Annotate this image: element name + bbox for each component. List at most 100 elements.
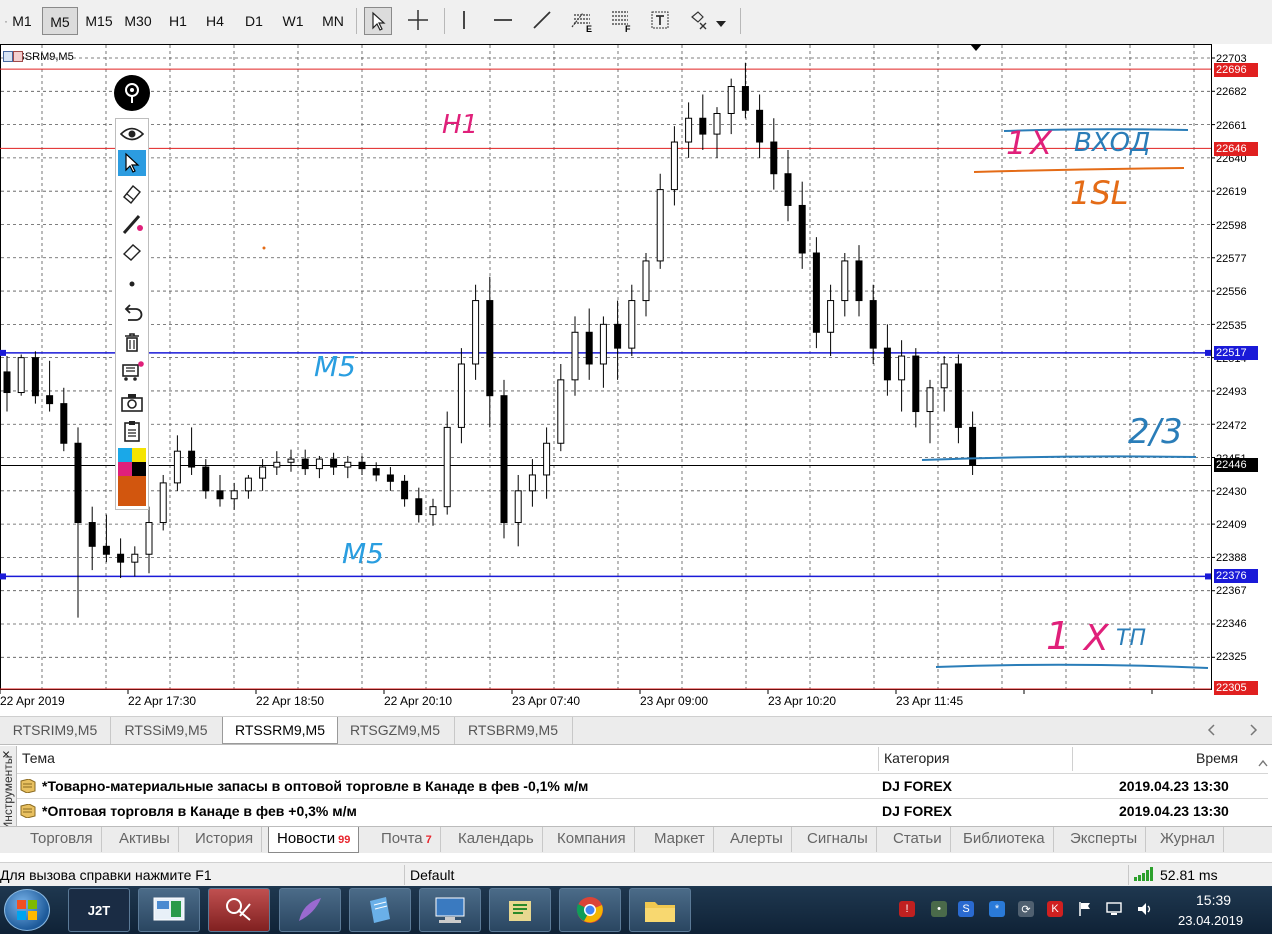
candle-bear bbox=[486, 300, 494, 397]
remote-desktop-app-icon[interactable] bbox=[419, 888, 481, 932]
tab-rtsbrm9[interactable]: RTSBRM9,M5 bbox=[454, 717, 573, 744]
fibonacci-icon[interactable]: E bbox=[569, 7, 597, 35]
news-scroll-up-icon[interactable] bbox=[1258, 755, 1268, 770]
draw-pin-button[interactable] bbox=[114, 75, 150, 111]
candle-bull bbox=[315, 458, 323, 470]
feather-app-icon[interactable] bbox=[279, 888, 341, 932]
clock-time[interactable]: 15:39 bbox=[1196, 892, 1231, 908]
trash-icon[interactable] bbox=[118, 329, 146, 355]
timeframe-h4[interactable]: H4 bbox=[199, 7, 231, 35]
tab-rtssim9[interactable]: RTSSiM9,M5 bbox=[110, 717, 223, 744]
timeframe-mn[interactable]: MN bbox=[316, 7, 350, 35]
candle-bull bbox=[841, 260, 849, 302]
tab-alerts[interactable]: Алерты bbox=[722, 827, 792, 852]
tab-company[interactable]: Компания bbox=[549, 827, 635, 852]
eraser-icon[interactable] bbox=[118, 181, 146, 207]
timeframe-m30[interactable]: M30 bbox=[120, 7, 156, 35]
tab-rtsrim9[interactable]: RTSRIM9,M5 bbox=[0, 717, 111, 744]
horizontal-line-icon[interactable] bbox=[490, 7, 518, 35]
trendline-icon[interactable] bbox=[529, 7, 557, 35]
highlighter-icon[interactable] bbox=[118, 239, 146, 265]
timeframe-m5[interactable]: M5 bbox=[42, 7, 78, 35]
candle-bear bbox=[784, 173, 792, 206]
windows-start-icon[interactable] bbox=[4, 889, 50, 931]
tab-scroll-right-icon[interactable] bbox=[1250, 724, 1258, 739]
timeframe-h1[interactable]: H1 bbox=[162, 7, 194, 35]
news-subject: *Оптовая торговля в Канаде в фев +0,3% м… bbox=[42, 803, 357, 819]
tray-network-tool-icon[interactable]: • bbox=[931, 901, 947, 917]
text-icon[interactable] bbox=[647, 7, 675, 35]
tab-trade[interactable]: Торговля bbox=[22, 827, 102, 852]
shapes-dropdown-icon[interactable] bbox=[716, 16, 726, 31]
news-time: 2019.04.23 13:30 bbox=[1119, 803, 1229, 819]
tray-alert-icon[interactable]: ! bbox=[899, 901, 915, 917]
clock-date[interactable]: 23.04.2019 bbox=[1178, 913, 1243, 928]
annotation-tp-cross: X bbox=[1084, 618, 1109, 659]
tab-articles[interactable]: Статьи bbox=[885, 827, 951, 852]
timeframe-m1[interactable]: M1 bbox=[6, 7, 38, 35]
column-header-time[interactable]: Время bbox=[1196, 750, 1238, 766]
svg-text:E: E bbox=[586, 24, 592, 33]
timeframe-d1[interactable]: D1 bbox=[238, 7, 270, 35]
tab-assets[interactable]: Активы bbox=[111, 827, 179, 852]
snipping-tool-app-icon[interactable] bbox=[208, 888, 270, 932]
cart-icon[interactable] bbox=[118, 358, 146, 384]
tab-journal[interactable]: Журнал bbox=[1152, 827, 1224, 852]
crosshair-icon[interactable] bbox=[405, 7, 433, 35]
tray-antivirus-icon[interactable]: K bbox=[1047, 901, 1063, 917]
timeframe-m15[interactable]: M15 bbox=[82, 7, 116, 35]
tab-experts[interactable]: Эксперты bbox=[1062, 827, 1147, 852]
time-tick: 22 Apr 18:50 bbox=[256, 694, 325, 708]
camera-icon[interactable] bbox=[118, 389, 146, 415]
tab-market[interactable]: Маркет bbox=[646, 827, 714, 852]
tray-security-icon[interactable]: S bbox=[958, 901, 974, 917]
column-header-category[interactable]: Категория bbox=[884, 750, 949, 766]
file-explorer-app-icon[interactable] bbox=[629, 888, 691, 932]
news-row[interactable]: *Товарно-материальные запасы в оптовой т… bbox=[16, 773, 1268, 798]
candle-bull bbox=[457, 363, 465, 428]
candle-bull bbox=[528, 474, 536, 492]
tab-calendar[interactable]: Календарь bbox=[450, 827, 543, 852]
candle-bull bbox=[344, 461, 352, 468]
tab-rtssrm9[interactable]: RTSSRM9,M5 bbox=[222, 717, 338, 744]
news-row[interactable]: *Оптовая торговля в Канаде в фев +0,3% м… bbox=[16, 798, 1268, 823]
price-chart[interactable]: RTSSRM9,M5 22703 22682 22661 22640 22619… bbox=[0, 44, 1272, 716]
eye-icon[interactable] bbox=[118, 121, 146, 147]
dot-icon[interactable] bbox=[118, 271, 146, 297]
tab-mail[interactable]: Почта 7 bbox=[373, 827, 441, 852]
select-arrow-icon[interactable] bbox=[118, 150, 146, 176]
library-app-icon[interactable] bbox=[489, 888, 551, 932]
pen-icon[interactable] bbox=[118, 211, 146, 237]
tray-update-icon[interactable]: ⟳ bbox=[1018, 901, 1034, 917]
status-profile[interactable]: Default bbox=[410, 867, 454, 883]
tray-display-icon[interactable] bbox=[1106, 901, 1122, 917]
tray-volume-icon[interactable] bbox=[1137, 901, 1153, 917]
cursor-icon[interactable] bbox=[364, 7, 392, 35]
vertical-line-icon[interactable] bbox=[451, 7, 479, 35]
tray-flag-icon[interactable] bbox=[1077, 901, 1093, 917]
tab-rtsgzm9[interactable]: RTSGZM9,M5 bbox=[336, 717, 455, 744]
column-header-subject[interactable]: Тема bbox=[22, 750, 55, 766]
tab-history[interactable]: История bbox=[187, 827, 263, 852]
tab-library[interactable]: Библиотека bbox=[955, 827, 1054, 852]
timeframe-w1[interactable]: W1 bbox=[277, 7, 309, 35]
tab-signals[interactable]: Сигналы bbox=[799, 827, 877, 852]
tray-bluetooth-icon[interactable]: * bbox=[989, 901, 1005, 917]
shapes-icon[interactable] bbox=[686, 7, 714, 35]
dashboard-app-icon[interactable] bbox=[138, 888, 200, 932]
notepad-app-icon[interactable] bbox=[349, 888, 411, 932]
undo-icon[interactable] bbox=[118, 300, 146, 326]
tab-scroll-left-icon[interactable] bbox=[1207, 724, 1215, 739]
candle-bull bbox=[145, 522, 153, 555]
tab-news[interactable]: Новости 99 bbox=[268, 827, 360, 853]
annotation-entry-number: 1 bbox=[1006, 124, 1027, 162]
candle-bull bbox=[656, 189, 664, 262]
candle-bear bbox=[330, 458, 338, 468]
news-item-icon bbox=[20, 804, 36, 818]
palette-icon[interactable] bbox=[118, 448, 146, 506]
candle-bull bbox=[727, 86, 735, 114]
fibonacci-fan-icon[interactable]: F bbox=[608, 7, 636, 35]
clipboard-icon[interactable] bbox=[118, 418, 146, 444]
chrome-app-icon[interactable] bbox=[559, 888, 621, 932]
j2t-app-icon[interactable]: J2T bbox=[68, 888, 130, 932]
